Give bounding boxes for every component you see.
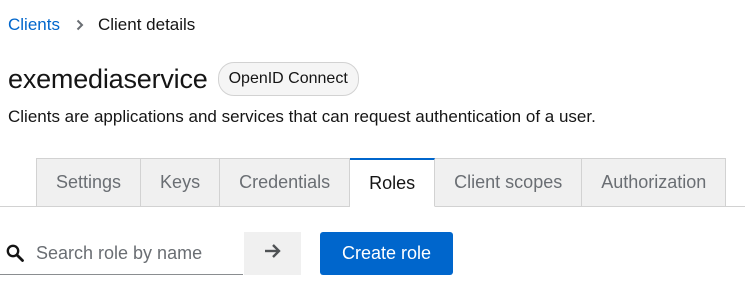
tab-client-scopes[interactable]: Client scopes (435, 158, 583, 207)
tab-roles[interactable]: Roles (350, 158, 436, 207)
page-title: exemediaservice (8, 64, 208, 94)
create-role-button[interactable]: Create role (320, 232, 453, 275)
tab-authorization[interactable]: Authorization (582, 158, 727, 207)
tab-bar: Settings Keys Credentials Roles Client s… (0, 158, 745, 207)
protocol-badge: OpenID Connect (217, 62, 359, 96)
breadcrumb: Clients Client details (8, 14, 195, 36)
search-icon (6, 244, 28, 262)
search-role-input[interactable] (36, 242, 236, 264)
page-description: Clients are applications and services th… (8, 107, 596, 126)
breadcrumb-clients-link[interactable]: Clients (8, 14, 60, 36)
arrow-right-icon (263, 242, 283, 265)
client-details-page: Clients Client details exemediaservice O… (0, 0, 745, 286)
search-submit-button[interactable] (244, 232, 301, 275)
tab-keys[interactable]: Keys (141, 158, 221, 207)
tab-settings[interactable]: Settings (36, 158, 142, 207)
roles-toolbar: Create role (0, 232, 745, 275)
breadcrumb-current: Client details (97, 15, 196, 34)
chevron-right-icon (76, 19, 84, 31)
title-row: exemediaservice OpenID Connect (8, 62, 359, 96)
tab-credentials[interactable]: Credentials (220, 158, 351, 207)
search-box (0, 232, 243, 275)
